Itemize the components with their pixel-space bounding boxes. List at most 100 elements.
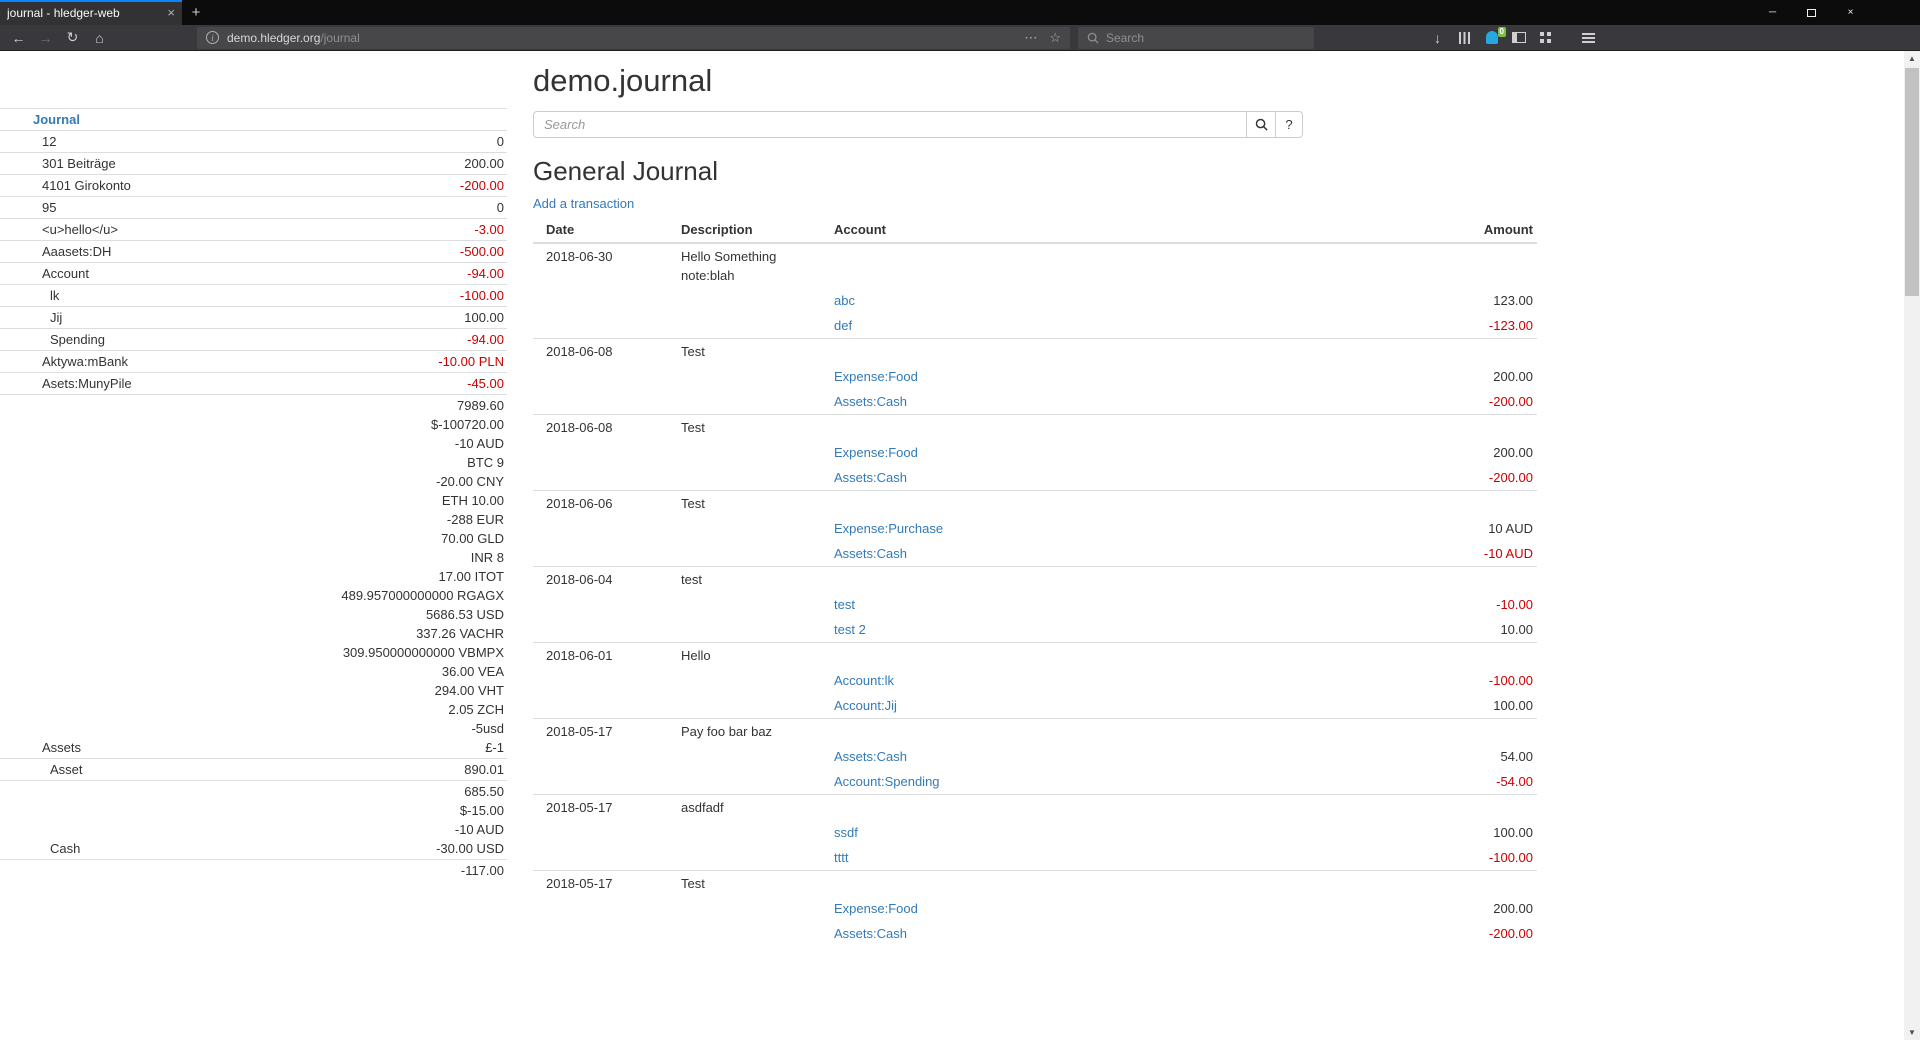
sidebar-account-link[interactable]: Spending [50,332,105,347]
col-header-date: Date [533,217,668,243]
search-help-button[interactable]: ? [1276,111,1303,138]
page-content: Journal 12 0 301 Beiträge 200.00 4101 Giroko… [0,51,1920,1040]
accounts-table: Journal 12 0 301 Beiträge 200.00 4101 Giroko… [0,108,507,881]
browser-search-field[interactable]: Search [1078,27,1314,49]
sidebar-account-link[interactable]: 12 [42,134,56,149]
balance-amount: -45.00 [227,374,504,393]
sidebar-account-link[interactable]: Account [42,266,89,281]
sidebar-account-row: Spending-94.00 [0,329,507,351]
account-balance-cell: 0 [227,131,507,153]
posting-row: Account:Jij100.00 [533,693,1537,719]
browser-search-placeholder: Search [1106,31,1144,45]
posting-account-cell: Account:Spending [821,769,1357,795]
window-controls: ─ × [1753,0,1870,25]
sidebar-account-link[interactable]: Aaasets:DH [42,244,111,259]
page-scrollbar[interactable]: ▲ ▼ [1904,51,1920,1040]
transaction-description: Test [668,871,821,897]
sidebar-account-link[interactable]: 301 Beiträge [42,156,116,171]
journal-link[interactable]: Journal [33,112,80,127]
posting-row: Assets:Cash-200.00 [533,921,1537,946]
sidebar-account-link[interactable]: Aktywa:mBank [42,354,128,369]
add-transaction-link[interactable]: Add a transaction [533,196,634,211]
posting-account-link[interactable]: def [834,318,852,333]
balance-amount: 489.957000000000 RGAGX [227,586,504,605]
posting-account-link[interactable]: Expense:Food [834,369,918,384]
posting-amount: -200.00 [1357,389,1537,415]
download-icon[interactable]: ↓ [1424,27,1451,49]
col-header-description: Description [668,217,821,243]
transaction-date: 2018-05-17 [533,795,668,821]
posting-account-link[interactable]: ssdf [834,825,858,840]
home-button[interactable]: ⌂ [86,27,113,49]
transaction-row: 2018-06-08Test [533,415,1537,441]
url-bar[interactable]: i demo.hledger.org/journal ⋯ ☆ [197,27,1070,49]
posting-account-link[interactable]: Expense:Purchase [834,521,943,536]
sidebar-toggle-icon[interactable] [1505,27,1532,49]
posting-account-link[interactable]: test [834,597,855,612]
posting-account-link[interactable]: abc [834,293,855,308]
balance-amount: -94.00 [227,264,504,283]
posting-account-link[interactable]: Assets:Cash [834,546,907,561]
sidebar-account-link[interactable]: 4101 Girokonto [42,178,131,193]
posting-account-link[interactable]: Account:Jij [834,698,897,713]
balance-amount: 200.00 [227,154,504,173]
sidebar-account-link[interactable]: lk [50,288,59,303]
posting-account-link[interactable]: Assets:Cash [834,749,907,764]
minimize-button[interactable]: ─ [1753,0,1792,25]
posting-row: Account:lk-100.00 [533,668,1537,693]
browser-toolbar: ← → ↻ ⌂ i demo.hledger.org/journal ⋯ ☆ S… [0,25,1920,51]
scroll-up-icon[interactable]: ▲ [1904,54,1920,63]
browser-tab[interactable]: journal - hledger-web × [0,0,182,25]
search-icon [1087,32,1099,44]
posting-amount: -10.00 [1357,592,1537,617]
balance-amount: -288 EUR [227,510,504,529]
transaction-date: 2018-06-06 [533,491,668,517]
close-button[interactable]: × [1831,0,1870,25]
posting-account-cell: test 2 [821,617,1357,643]
journal-search-button[interactable] [1247,111,1276,138]
url-path: /journal [320,31,359,45]
bookmark-star-icon[interactable]: ☆ [1049,30,1061,46]
forward-button[interactable]: → [32,27,59,49]
sidebar-account-link[interactable]: Jij [50,310,62,325]
sidebar-account-link[interactable]: Cash [50,841,80,856]
balance-amount: 309.950000000000 VBMPX [227,643,504,662]
posting-amount: 10.00 [1357,617,1537,643]
posting-account-link[interactable]: Expense:Food [834,901,918,916]
maximize-button[interactable] [1792,0,1831,25]
back-button[interactable]: ← [5,27,32,49]
journal-search-input[interactable] [533,111,1247,138]
sidebar-account-link[interactable]: Assets [42,740,81,755]
sidebar-account-link[interactable]: Asets:MunyPile [42,376,132,391]
posting-account-link[interactable]: Assets:Cash [834,926,907,941]
scrollbar-thumb[interactable] [1905,68,1919,296]
posting-account-cell: Expense:Purchase [821,516,1357,541]
sidebar-account-row: Asset890.01 [0,759,507,781]
balance-amount: 5686.53 USD [227,605,504,624]
site-info-icon[interactable]: i [206,31,219,44]
posting-account-link[interactable]: tttt [834,850,848,865]
posting-account-link[interactable]: Assets:Cash [834,394,907,409]
posting-account-link[interactable]: Account:Spending [834,774,940,789]
page-actions-icon[interactable]: ⋯ [1024,30,1037,46]
journal-table: Date Description Account Amount 2018-06-… [533,217,1537,946]
apps-grid-icon[interactable] [1532,27,1559,49]
posting-account-link[interactable]: Expense:Food [834,445,918,460]
new-tab-button[interactable]: + [182,0,210,25]
posting-account-cell: Assets:Cash [821,744,1357,769]
sidebar-account-link[interactable]: 95 [42,200,56,215]
reload-button[interactable]: ↻ [59,27,86,49]
sidebar-account-link[interactable]: <u>hello</u> [42,222,118,237]
library-icon[interactable] [1451,27,1478,49]
tab-close-icon[interactable]: × [167,6,175,19]
posting-account-link[interactable]: Account:lk [834,673,894,688]
restore-icon [1807,9,1816,17]
scroll-down-icon[interactable]: ▼ [1904,1028,1920,1037]
sidebar-account-link[interactable]: Asset [50,762,83,777]
posting-row: test -10.00 [533,592,1537,617]
balance-amount: -200.00 [227,176,504,195]
menu-icon[interactable] [1575,27,1602,49]
posting-account-link[interactable]: test 2 [834,622,866,637]
ghostery-icon[interactable]: 0 [1478,27,1505,49]
posting-account-link[interactable]: Assets:Cash [834,470,907,485]
